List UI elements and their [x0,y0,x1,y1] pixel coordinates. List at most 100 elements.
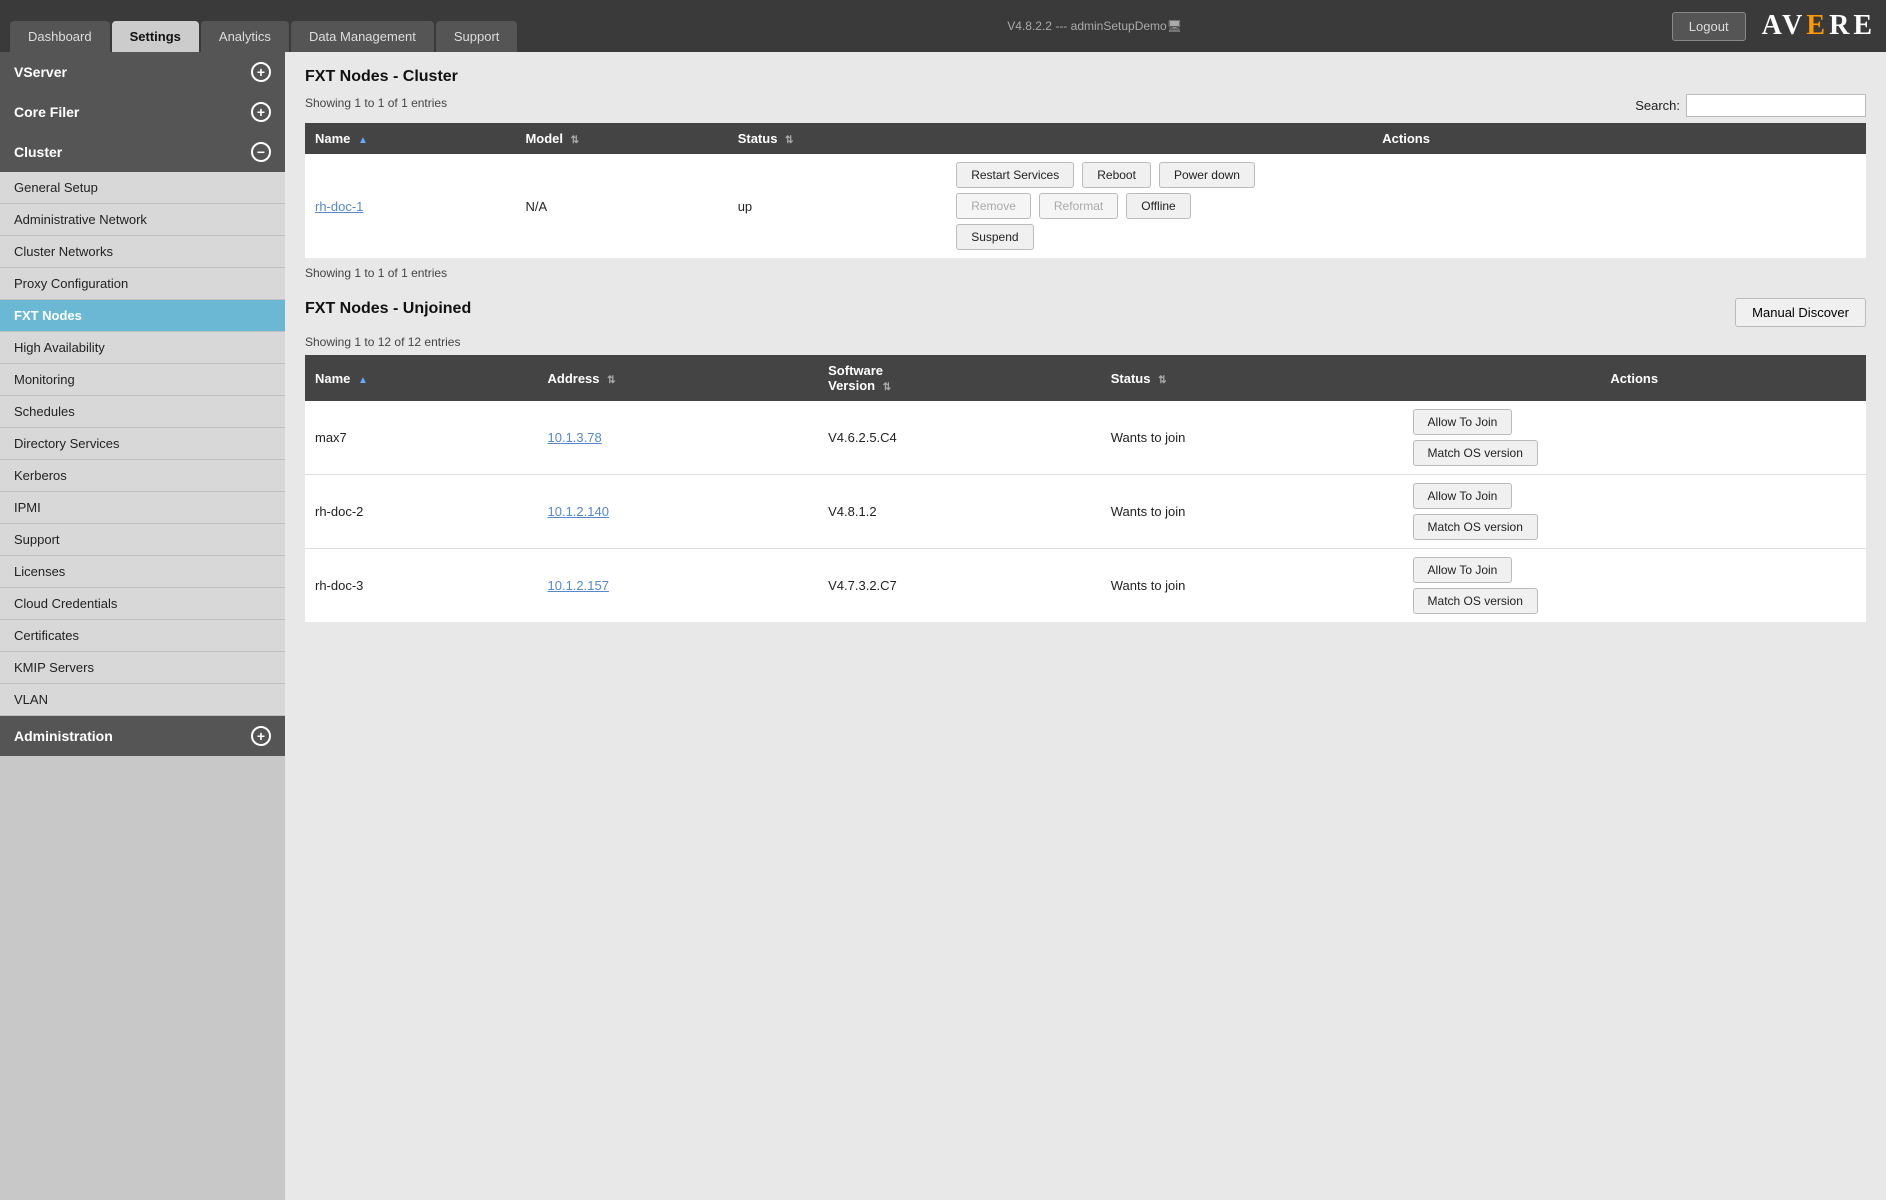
unjoined-address-1: 10.1.3.78 [538,401,819,475]
search-input[interactable] [1686,94,1866,117]
sidebar-item-directory-services[interactable]: Directory Services [0,428,285,460]
unjoined-name-1: max7 [305,401,538,475]
unjoined-header-row: FXT Nodes - Unjoined Manual Discover [305,298,1866,327]
unjoined-name-2: rh-doc-2 [305,475,538,549]
unjoined-name-3: rh-doc-3 [305,549,538,623]
ucol-software-version: SoftwareVersion ⇅ [818,355,1101,401]
allow-join-button-3[interactable]: Allow To Join [1413,557,1513,583]
remove-button[interactable]: Remove [956,193,1031,219]
cluster-node-actions: Restart Services Reboot Power down Remov… [946,154,1866,258]
suspend-button[interactable]: Suspend [956,224,1033,250]
sidebar: VServer + Core Filer + Cluster − General… [0,52,285,1200]
col-model: Model ⇅ [515,123,727,154]
match-os-button-3[interactable]: Match OS version [1413,588,1538,614]
ucol-actions: Actions [1403,355,1866,401]
unjoined-actions-3: Allow To Join Match OS version [1403,549,1866,623]
unjoined-address-link-2[interactable]: 10.1.2.140 [548,504,609,519]
sidebar-item-high-availability[interactable]: High Availability [0,332,285,364]
unjoined-section-title: FXT Nodes - Unjoined [305,300,471,318]
tab-dashboard[interactable]: Dashboard [10,21,110,52]
content-area: FXT Nodes - Cluster Showing 1 to 1 of 1 … [285,52,1886,1200]
col-status: Status ⇅ [728,123,947,154]
top-right: Logout AVERE [1672,0,1876,52]
unjoined-actions-1: Allow To Join Match OS version [1403,401,1866,475]
tab-data-management[interactable]: Data Management [291,21,434,52]
unjoined-version-2: V4.8.1.2 [818,475,1101,549]
sidebar-item-vlan[interactable]: VLAN [0,684,285,716]
sidebar-item-general-setup[interactable]: General Setup [0,172,285,204]
sidebar-item-schedules[interactable]: Schedules [0,396,285,428]
offline-button[interactable]: Offline [1126,193,1190,219]
sidebar-item-kerberos[interactable]: Kerberos [0,460,285,492]
sidebar-item-proxy-config[interactable]: Proxy Configuration [0,268,285,300]
sidebar-section-corefiler[interactable]: Core Filer + [0,92,285,132]
table-row: rh-doc-2 10.1.2.140 V4.8.1.2 Wants to jo… [305,475,1866,549]
unjoined-version-1: V4.6.2.5.C4 [818,401,1101,475]
corefiler-expand-icon: + [251,102,271,122]
main-layout: VServer + Core Filer + Cluster − General… [0,52,1886,1200]
cluster-table: Name ▲ Model ⇅ Status ⇅ Actions rh-doc-1… [305,123,1866,258]
sidebar-item-admin-network[interactable]: Administrative Network [0,204,285,236]
col-name: Name ▲ [305,123,515,154]
logout-button[interactable]: Logout [1672,12,1746,41]
sidebar-item-monitoring[interactable]: Monitoring [0,364,285,396]
sidebar-item-support[interactable]: Support [0,524,285,556]
unjoined-address-3: 10.1.2.157 [538,549,819,623]
match-os-button-1[interactable]: Match OS version [1413,440,1538,466]
sidebar-section-administration[interactable]: Administration + [0,716,285,756]
cluster-showing-top: Showing 1 to 1 of 1 entries [305,96,447,110]
match-os-button-2[interactable]: Match OS version [1413,514,1538,540]
col-actions: Actions [946,123,1866,154]
ucol-name: Name ▲ [305,355,538,401]
nav-tabs: Dashboard Settings Analytics Data Manage… [10,0,517,52]
tab-support[interactable]: Support [436,21,518,52]
manual-discover-button[interactable]: Manual Discover [1735,298,1866,327]
sidebar-item-cloud-credentials[interactable]: Cloud Credentials [0,588,285,620]
sidebar-section-cluster[interactable]: Cluster − [0,132,285,172]
table-row: max7 10.1.3.78 V4.6.2.5.C4 Wants to join… [305,401,1866,475]
cluster-section: FXT Nodes - Cluster Showing 1 to 1 of 1 … [305,68,1866,280]
unjoined-showing: Showing 1 to 12 of 12 entries [305,335,1866,349]
cluster-node-name: rh-doc-1 [305,154,515,258]
cluster-node-model: N/A [515,154,727,258]
sidebar-section-vserver[interactable]: VServer + [0,52,285,92]
sidebar-item-kmip-servers[interactable]: KMIP Servers [0,652,285,684]
unjoined-actions-2: Allow To Join Match OS version [1403,475,1866,549]
reformat-button[interactable]: Reformat [1039,193,1118,219]
tab-settings[interactable]: Settings [112,21,199,52]
cluster-showing-bottom: Showing 1 to 1 of 1 entries [305,266,1866,280]
version-info: V4.8.2.2 --- admin SetupDemo 🖥 [517,0,1671,52]
cluster-node-link[interactable]: rh-doc-1 [315,199,363,214]
unjoined-address-link-1[interactable]: 10.1.3.78 [548,430,602,445]
sidebar-section-admin-label: Administration [14,728,113,744]
sidebar-item-fxt-nodes[interactable]: FXT Nodes [0,300,285,332]
unjoined-status-1: Wants to join [1101,401,1403,475]
sidebar-section-cluster-label: Cluster [14,144,62,160]
sidebar-item-ipmi[interactable]: IPMI [0,492,285,524]
tab-analytics[interactable]: Analytics [201,21,289,52]
table-row: rh-doc-1 N/A up Restart Services Reboot … [305,154,1866,258]
reboot-button[interactable]: Reboot [1082,162,1151,188]
admin-expand-icon: + [251,726,271,746]
unjoined-status-2: Wants to join [1101,475,1403,549]
power-down-button[interactable]: Power down [1159,162,1255,188]
cluster-node-status: up [728,154,947,258]
avere-logo: AVERE [1762,10,1876,42]
unjoined-address-2: 10.1.2.140 [538,475,819,549]
unjoined-address-link-3[interactable]: 10.1.2.157 [548,578,609,593]
sidebar-item-certificates[interactable]: Certificates [0,620,285,652]
unjoined-table: Name ▲ Address ⇅ SoftwareVersion ⇅ Statu… [305,355,1866,622]
ucol-address: Address ⇅ [538,355,819,401]
search-row: Showing 1 to 1 of 1 entries Search: [305,94,1866,117]
allow-join-button-2[interactable]: Allow To Join [1413,483,1513,509]
unjoined-status-3: Wants to join [1101,549,1403,623]
search-label: Search: [1635,98,1680,113]
table-row: rh-doc-3 10.1.2.157 V4.7.3.2.C7 Wants to… [305,549,1866,623]
sidebar-item-licenses[interactable]: Licenses [0,556,285,588]
top-nav: Dashboard Settings Analytics Data Manage… [0,0,1886,52]
allow-join-button-1[interactable]: Allow To Join [1413,409,1513,435]
sidebar-section-corefiler-label: Core Filer [14,104,79,120]
restart-services-button[interactable]: Restart Services [956,162,1074,188]
sidebar-item-cluster-networks[interactable]: Cluster Networks [0,236,285,268]
unjoined-section: FXT Nodes - Unjoined Manual Discover Sho… [305,298,1866,622]
